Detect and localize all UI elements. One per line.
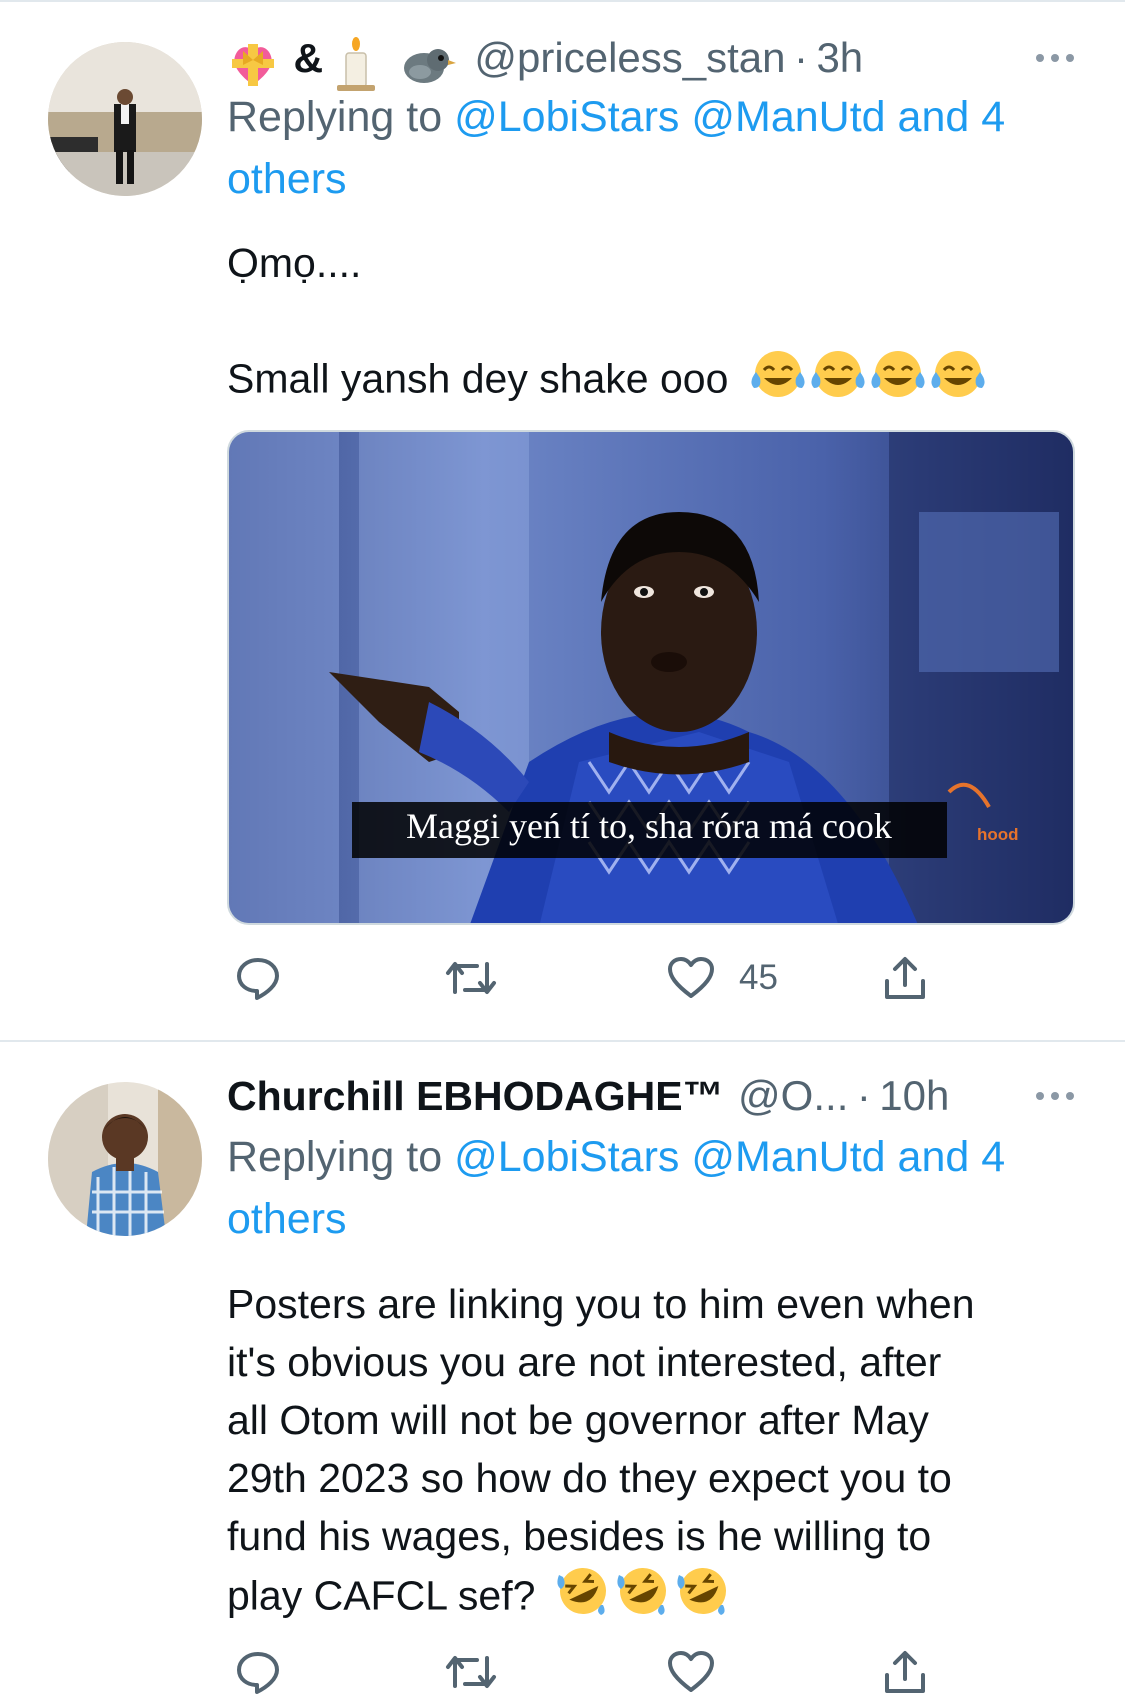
rolling-laughing-emoji xyxy=(555,1565,611,1632)
tears-of-joy-emoji xyxy=(750,348,806,415)
replying-to-label: Replying to xyxy=(227,93,443,141)
reply-button[interactable] xyxy=(235,1642,281,1702)
tweet-media-image[interactable]: Maggi yeń tí to, sha róra má cook hood xyxy=(227,430,1075,925)
tweet[interactable]: Churchill EBHODAGHE™ @O... · 10h Replyin… xyxy=(0,1042,1125,1694)
rolling-laughing-emoji xyxy=(615,1565,671,1632)
author-handle[interactable]: @priceless_stan xyxy=(474,34,785,81)
tweet-text-line: 29th 2023 so how do they expect you to xyxy=(227,1455,952,1501)
mention-link[interactable]: @LobiStars xyxy=(454,1133,679,1181)
like-count: 45 xyxy=(739,958,778,997)
mention-link[interactable]: @LobiStars xyxy=(454,93,679,141)
share-button[interactable] xyxy=(883,948,927,1008)
tweet-actions xyxy=(227,1642,987,1702)
tweet-header: & @priceless_stan · 3h xyxy=(227,28,1085,92)
retweet-button[interactable] xyxy=(445,1642,497,1702)
reply-icon xyxy=(237,958,279,1000)
tweet-time[interactable]: 3h xyxy=(816,34,863,81)
tweet-time[interactable]: 10h xyxy=(879,1072,949,1119)
heart-icon xyxy=(668,1651,714,1692)
retweet-icon xyxy=(446,1656,496,1688)
header-separator: · xyxy=(793,34,808,81)
reply-button[interactable] xyxy=(235,948,281,1008)
more-options-icon[interactable] xyxy=(1025,1066,1085,1126)
heart-icon xyxy=(668,957,714,998)
header-separator: · xyxy=(856,1072,871,1119)
tweet-actions: 45 xyxy=(227,948,987,1008)
reply-icon xyxy=(237,1652,279,1694)
tweet-header: Churchill EBHODAGHE™ @O... · 10h xyxy=(227,1066,1085,1126)
replying-to-label: Replying to xyxy=(227,1133,443,1181)
like-button[interactable]: 45 xyxy=(667,948,778,1008)
share-icon xyxy=(885,1651,925,1693)
tweet-text-line: fund his wages, besides is he willing to xyxy=(227,1513,932,1559)
mention-link[interactable]: @ManUtd xyxy=(691,93,885,141)
tweet-text: Small yansh dey shake ooo xyxy=(227,348,1087,415)
media-caption: Maggi yeń tí to, sha róra má cook xyxy=(406,806,892,846)
replying-to: Replying to @LobiStars @ManUtd and 4 oth… xyxy=(227,86,1077,210)
rolling-laughing-emoji xyxy=(675,1565,731,1632)
media-watermark: hood xyxy=(977,825,1019,844)
tweet-text-line: Small yansh dey shake ooo xyxy=(227,355,729,402)
mention-link[interactable]: @ManUtd xyxy=(691,1133,885,1181)
retweet-icon xyxy=(446,962,496,994)
tweet-text-line: Ọmọ.... xyxy=(227,240,362,286)
tweet[interactable]: & @priceless_stan · 3h Replying to @Lobi… xyxy=(0,0,1125,1040)
tears-of-joy-emoji xyxy=(810,348,866,415)
share-icon xyxy=(885,957,925,999)
tweet-text-line: Posters are linking you to him even when xyxy=(227,1281,975,1327)
replying-to: Replying to @LobiStars @ManUtd and 4 oth… xyxy=(227,1126,1077,1250)
avatar[interactable] xyxy=(48,42,202,196)
retweet-button[interactable] xyxy=(445,948,497,1008)
tweet-text-line-last: play CAFCL sef? xyxy=(227,1565,1087,1632)
tears-of-joy-emoji xyxy=(930,348,986,415)
tweet-text-line: all Otom will not be governor after May xyxy=(227,1397,929,1443)
like-button[interactable] xyxy=(667,1642,715,1702)
author-name-ampersand: & xyxy=(293,35,324,81)
tweet-text-line: play CAFCL sef? xyxy=(227,1572,536,1619)
more-options-icon[interactable] xyxy=(1025,28,1085,88)
share-button[interactable] xyxy=(883,1642,927,1702)
author-name[interactable]: Churchill EBHODAGHE™ xyxy=(227,1073,724,1119)
tears-of-joy-emoji xyxy=(870,348,926,415)
author-handle[interactable]: @O... xyxy=(738,1072,848,1119)
avatar[interactable] xyxy=(48,1082,202,1236)
tweet-text: Posters are linking you to him even when… xyxy=(227,1275,1087,1632)
tweet-text-line: it's obvious you are not interested, aft… xyxy=(227,1339,942,1385)
